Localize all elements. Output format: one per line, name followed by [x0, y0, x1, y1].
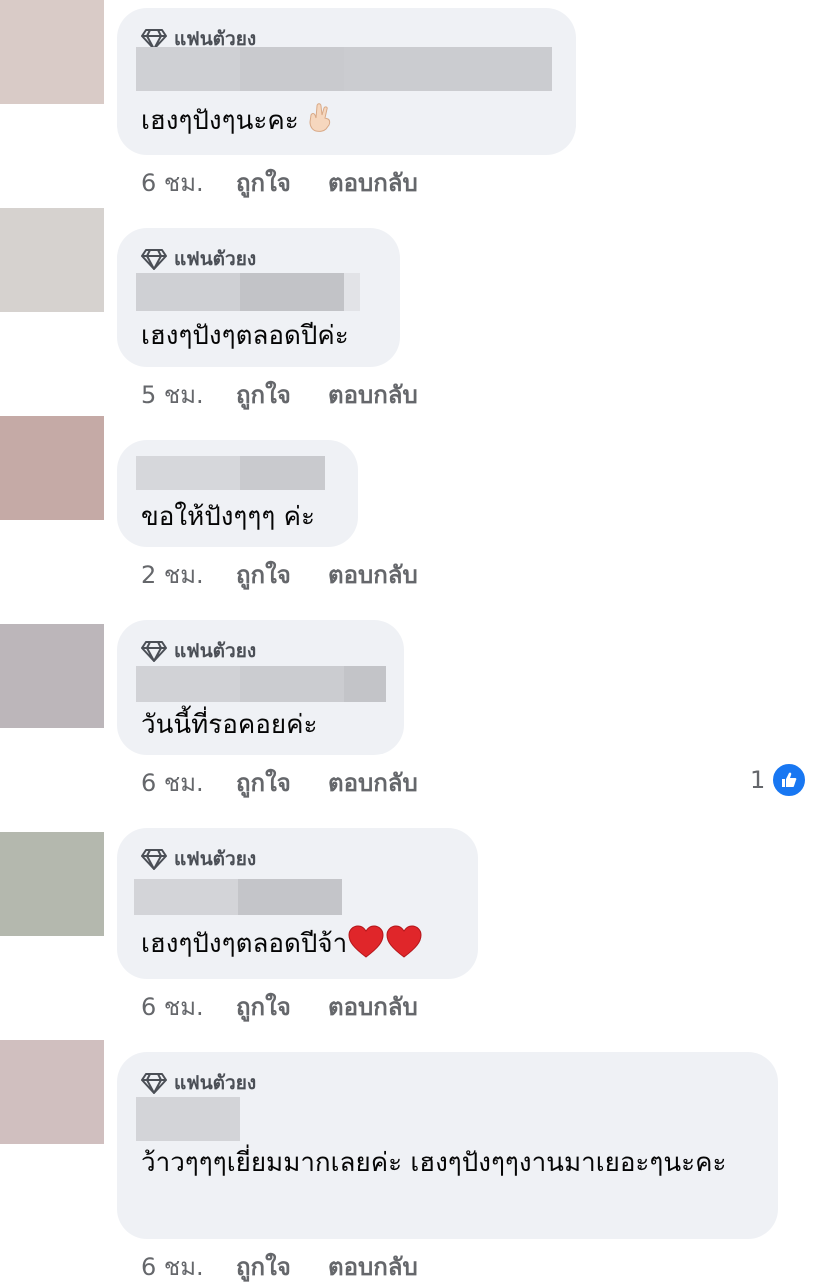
badge-label: แฟนตัวยง: [174, 848, 257, 870]
comment-bubble: แฟนตัวยง เฮงๆปังๆตลอดปีค่ะ: [117, 228, 400, 367]
badge-label: แฟนตัวยง: [174, 1072, 257, 1094]
reaction-summary[interactable]: 1: [750, 762, 808, 798]
diamond-icon: [141, 849, 167, 870]
reply-button[interactable]: ตอบกลับ: [328, 987, 418, 1026]
reply-button[interactable]: ตอบกลับ: [328, 375, 418, 414]
comment-text: ว้าวๆๆๆเยี่ยมมากเลยค่ะ เฮงๆปังๆๆงานมาเยอ…: [141, 1148, 727, 1178]
commenter-name-redacted[interactable]: [136, 456, 325, 490]
top-fan-badge: แฟนตัวยง: [141, 846, 256, 872]
commenter-name-redacted[interactable]: [136, 273, 360, 311]
avatar[interactable]: [0, 832, 104, 936]
red-heart-emoji: [348, 925, 384, 958]
like-button[interactable]: ถูกใจ: [236, 987, 328, 1026]
avatar[interactable]: [0, 208, 104, 312]
top-fan-badge: แฟนตัวยง: [141, 246, 256, 272]
commenter-name-redacted[interactable]: [136, 666, 386, 702]
crossed-fingers-emoji: [309, 103, 331, 132]
comment-time[interactable]: 2 ชม.: [141, 555, 236, 594]
like-button[interactable]: ถูกใจ: [236, 763, 328, 802]
comment-text: เฮงๆปังๆนะคะ: [141, 98, 554, 145]
comment-bubble: แฟนตัวยง เฮงๆปังๆตลอดปีจ้า: [117, 828, 478, 979]
comment-time[interactable]: 6 ชม.: [141, 987, 236, 1026]
comment-text: ขอให้ปังๆๆๆ ค่ะ: [141, 502, 315, 532]
comment-text: เฮงๆปังๆตลอดปีค่ะ: [141, 321, 349, 351]
comment-time[interactable]: 5 ชม.: [141, 375, 236, 414]
avatar[interactable]: [0, 624, 104, 728]
top-fan-badge: แฟนตัวยง: [141, 638, 256, 664]
badge-label: แฟนตัวยง: [174, 248, 257, 270]
comment-actions: 2 ชม. ถูกใจ ตอบกลับ: [141, 556, 418, 592]
commenter-name-redacted[interactable]: [136, 1097, 240, 1141]
like-button[interactable]: ถูกใจ: [236, 555, 328, 594]
reaction-count: 1: [750, 766, 766, 794]
commenter-name-redacted[interactable]: [136, 47, 552, 91]
reply-button[interactable]: ตอบกลับ: [328, 1247, 418, 1286]
red-heart-emoji: [386, 925, 422, 958]
comment-text: เฮงๆปังๆตลอดปีจ้า: [141, 921, 456, 968]
reply-button[interactable]: ตอบกลับ: [328, 763, 418, 802]
comment-actions: 6 ชม. ถูกใจ ตอบกลับ: [141, 988, 418, 1024]
reply-button[interactable]: ตอบกลับ: [328, 555, 418, 594]
comment-time[interactable]: 6 ชม.: [141, 763, 236, 802]
avatar[interactable]: [0, 0, 104, 104]
thumbs-up-icon: [771, 762, 808, 798]
like-button[interactable]: ถูกใจ: [236, 1247, 328, 1286]
comment-bubble: แฟนตัวยง เฮงๆปังๆนะคะ: [117, 8, 576, 155]
reply-button[interactable]: ตอบกลับ: [328, 163, 418, 202]
comment-bubble: แฟนตัวยง ว้าวๆๆๆเยี่ยมมากเลยค่ะ เฮงๆปังๆ…: [117, 1052, 778, 1239]
avatar[interactable]: [0, 1040, 104, 1144]
like-button[interactable]: ถูกใจ: [236, 163, 328, 202]
comment-actions: 6 ชม. ถูกใจ ตอบกลับ: [141, 164, 418, 200]
commenter-name-redacted[interactable]: [134, 879, 342, 915]
comment-time[interactable]: 6 ชม.: [141, 1247, 236, 1286]
comment-bubble: ขอให้ปังๆๆๆ ค่ะ: [117, 440, 358, 547]
diamond-icon: [141, 249, 167, 270]
comment-time[interactable]: 6 ชม.: [141, 163, 236, 202]
comment-actions: 6 ชม. ถูกใจ ตอบกลับ: [141, 1248, 418, 1284]
comment-actions: 6 ชม. ถูกใจ ตอบกลับ: [141, 764, 418, 800]
comment-actions: 5 ชม. ถูกใจ ตอบกลับ: [141, 376, 418, 412]
diamond-icon: [141, 1073, 167, 1094]
badge-label: แฟนตัวยง: [174, 640, 257, 662]
comment-bubble: แฟนตัวยง วันนี้ที่รอคอยค่ะ: [117, 620, 404, 755]
comment-text: วันนี้ที่รอคอยค่ะ: [141, 710, 318, 740]
like-button[interactable]: ถูกใจ: [236, 375, 328, 414]
top-fan-badge: แฟนตัวยง: [141, 1070, 256, 1096]
diamond-icon: [141, 641, 167, 662]
avatar[interactable]: [0, 416, 104, 520]
